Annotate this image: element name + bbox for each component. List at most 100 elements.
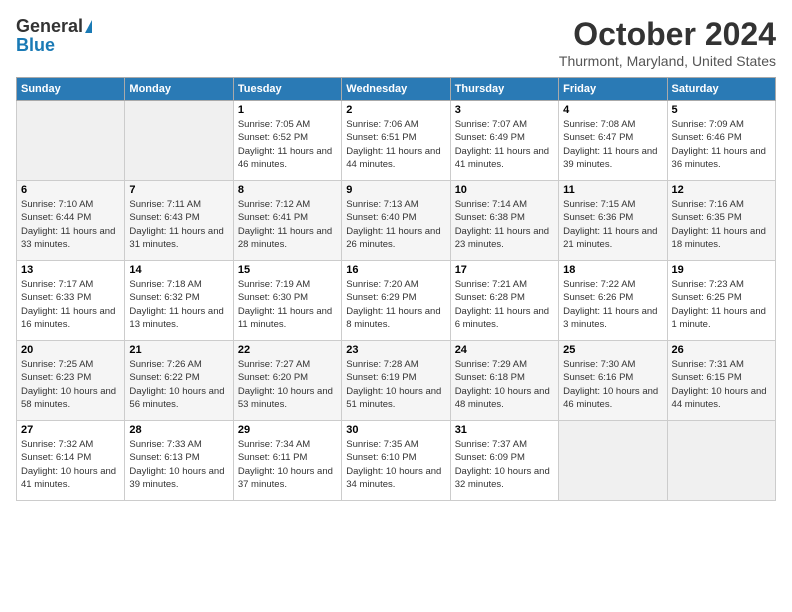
day-info: Sunrise: 7:22 AMSunset: 6:26 PMDaylight:… bbox=[563, 278, 662, 331]
day-number: 9 bbox=[346, 184, 445, 196]
day-number: 14 bbox=[129, 264, 228, 276]
calendar-cell: 19 Sunrise: 7:23 AMSunset: 6:25 PMDayligh… bbox=[667, 261, 775, 341]
calendar-cell: 2Sunrise: 7:06 AMSunset: 6:51 PMDaylight… bbox=[342, 101, 450, 181]
day-number: 24 bbox=[455, 344, 554, 356]
day-info: Sunrise: 7:23 AMSunset: 6:25 PMDaylight:… bbox=[672, 278, 771, 331]
calendar-table: SundayMondayTuesdayWednesdayThursdayFrid… bbox=[16, 77, 776, 501]
day-info: Sunrise: 7:19 AMSunset: 6:30 PMDaylight:… bbox=[238, 278, 337, 331]
day-info: Sunrise: 7:34 AMSunset: 6:11 PMDaylight:… bbox=[238, 438, 337, 491]
day-header-thursday: Thursday bbox=[450, 78, 558, 101]
day-info: Sunrise: 7:25 AMSunset: 6:23 PMDaylight:… bbox=[21, 358, 120, 411]
calendar-cell: 27Sunrise: 7:32 AMSunset: 6:14 PMDayligh… bbox=[17, 421, 125, 501]
day-info: Sunrise: 7:10 AMSunset: 6:44 PMDaylight:… bbox=[21, 198, 120, 251]
calendar-cell: 15 Sunrise: 7:19 AMSunset: 6:30 PMDayligh… bbox=[233, 261, 341, 341]
day-number: 4 bbox=[563, 104, 662, 116]
calendar-cell: 6 Sunrise: 7:10 AMSunset: 6:44 PMDaylight… bbox=[17, 181, 125, 261]
day-number: 15 bbox=[238, 264, 337, 276]
calendar-cell: 11 Sunrise: 7:15 AMSunset: 6:36 PMDayligh… bbox=[559, 181, 667, 261]
day-info: Sunrise: 7:30 AMSunset: 6:16 PMDaylight:… bbox=[563, 358, 662, 411]
day-number: 31 bbox=[455, 424, 554, 436]
day-number: 30 bbox=[346, 424, 445, 436]
location: Thurmont, Maryland, United States bbox=[559, 53, 776, 69]
calendar-cell: 3 Sunrise: 7:07 AMSunset: 6:49 PMDaylight… bbox=[450, 101, 558, 181]
day-number: 26 bbox=[672, 344, 771, 356]
calendar-cell bbox=[125, 101, 233, 181]
day-info: Sunrise: 7:37 AMSunset: 6:09 PMDaylight:… bbox=[455, 438, 554, 491]
day-header-friday: Friday bbox=[559, 78, 667, 101]
day-info: Sunrise: 7:13 AMSunset: 6:40 PMDaylight:… bbox=[346, 198, 445, 251]
calendar-cell: 7 Sunrise: 7:11 AMSunset: 6:43 PMDaylight… bbox=[125, 181, 233, 261]
day-info: Sunrise: 7:33 AMSunset: 6:13 PMDaylight:… bbox=[129, 438, 228, 491]
title-section: October 2024 Thurmont, Maryland, United … bbox=[559, 16, 776, 69]
day-info: Sunrise: 7:31 AMSunset: 6:15 PMDaylight:… bbox=[672, 358, 771, 411]
day-header-tuesday: Tuesday bbox=[233, 78, 341, 101]
day-number: 7 bbox=[129, 184, 228, 196]
day-number: 17 bbox=[455, 264, 554, 276]
day-info: Sunrise: 7:11 AMSunset: 6:43 PMDaylight:… bbox=[129, 198, 228, 251]
calendar-cell: 4 Sunrise: 7:08 AMSunset: 6:47 PMDaylight… bbox=[559, 101, 667, 181]
day-header-saturday: Saturday bbox=[667, 78, 775, 101]
calendar-cell: 25 Sunrise: 7:30 AMSunset: 6:16 PMDayligh… bbox=[559, 341, 667, 421]
logo: General Blue bbox=[16, 16, 92, 56]
calendar-cell: 17 Sunrise: 7:21 AMSunset: 6:28 PMDayligh… bbox=[450, 261, 558, 341]
day-info: Sunrise: 7:06 AMSunset: 6:51 PMDaylight:… bbox=[346, 118, 445, 171]
calendar-cell: 20 Sunrise: 7:25 AMSunset: 6:23 PMDayligh… bbox=[17, 341, 125, 421]
day-info: Sunrise: 7:26 AMSunset: 6:22 PMDaylight:… bbox=[129, 358, 228, 411]
day-info: Sunrise: 7:07 AMSunset: 6:49 PMDaylight:… bbox=[455, 118, 554, 171]
day-info: Sunrise: 7:09 AMSunset: 6:46 PMDaylight:… bbox=[672, 118, 771, 171]
day-number: 21 bbox=[129, 344, 228, 356]
calendar-cell: 14 Sunrise: 7:18 AMSunset: 6:32 PMDayligh… bbox=[125, 261, 233, 341]
calendar-cell bbox=[667, 421, 775, 501]
day-number: 5 bbox=[672, 104, 771, 116]
day-number: 23 bbox=[346, 344, 445, 356]
day-info: Sunrise: 7:18 AMSunset: 6:32 PMDaylight:… bbox=[129, 278, 228, 331]
calendar-cell: 16Sunrise: 7:20 AMSunset: 6:29 PMDayligh… bbox=[342, 261, 450, 341]
day-number: 29 bbox=[238, 424, 337, 436]
calendar-cell: 29 Sunrise: 7:34 AMSunset: 6:11 PMDayligh… bbox=[233, 421, 341, 501]
calendar-cell bbox=[17, 101, 125, 181]
calendar-cell bbox=[559, 421, 667, 501]
calendar-cell: 28 Sunrise: 7:33 AMSunset: 6:13 PMDayligh… bbox=[125, 421, 233, 501]
day-header-sunday: Sunday bbox=[17, 78, 125, 101]
calendar-cell: 22Sunrise: 7:27 AMSunset: 6:20 PMDayligh… bbox=[233, 341, 341, 421]
day-info: Sunrise: 7:32 AMSunset: 6:14 PMDaylight:… bbox=[21, 438, 120, 491]
calendar-cell: 30 Sunrise: 7:35 AMSunset: 6:10 PMDayligh… bbox=[342, 421, 450, 501]
day-number: 22 bbox=[238, 344, 337, 356]
calendar-cell: 13 Sunrise: 7:17 AMSunset: 6:33 PMDayligh… bbox=[17, 261, 125, 341]
calendar-cell: 5 Sunrise: 7:09 AMSunset: 6:46 PMDaylight… bbox=[667, 101, 775, 181]
day-number: 10 bbox=[455, 184, 554, 196]
calendar-cell: 8Sunrise: 7:12 AMSunset: 6:41 PMDaylight… bbox=[233, 181, 341, 261]
day-info: Sunrise: 7:15 AMSunset: 6:36 PMDaylight:… bbox=[563, 198, 662, 251]
day-info: Sunrise: 7:08 AMSunset: 6:47 PMDaylight:… bbox=[563, 118, 662, 171]
day-info: Sunrise: 7:28 AMSunset: 6:19 PMDaylight:… bbox=[346, 358, 445, 411]
day-info: Sunrise: 7:21 AMSunset: 6:28 PMDaylight:… bbox=[455, 278, 554, 331]
day-number: 6 bbox=[21, 184, 120, 196]
calendar-cell: 23 Sunrise: 7:28 AMSunset: 6:19 PMDayligh… bbox=[342, 341, 450, 421]
day-number: 8 bbox=[238, 184, 337, 196]
day-number: 11 bbox=[563, 184, 662, 196]
day-number: 16 bbox=[346, 264, 445, 276]
day-number: 20 bbox=[21, 344, 120, 356]
day-header-monday: Monday bbox=[125, 78, 233, 101]
day-number: 13 bbox=[21, 264, 120, 276]
day-number: 19 bbox=[672, 264, 771, 276]
logo-blue-text: Blue bbox=[16, 35, 55, 56]
calendar-cell: 10 Sunrise: 7:14 AMSunset: 6:38 PMDayligh… bbox=[450, 181, 558, 261]
calendar-cell: 1 Sunrise: 7:05 AMSunset: 6:52 PMDaylight… bbox=[233, 101, 341, 181]
calendar-cell: 26 Sunrise: 7:31 AMSunset: 6:15 PMDayligh… bbox=[667, 341, 775, 421]
logo-general-text: General bbox=[16, 16, 83, 37]
page-header: General Blue October 2024 Thurmont, Mary… bbox=[16, 16, 776, 69]
calendar-cell: 31 Sunrise: 7:37 AMSunset: 6:09 PMDayligh… bbox=[450, 421, 558, 501]
calendar-cell: 18Sunrise: 7:22 AMSunset: 6:26 PMDayligh… bbox=[559, 261, 667, 341]
day-number: 28 bbox=[129, 424, 228, 436]
day-number: 1 bbox=[238, 104, 337, 116]
calendar-cell: 21 Sunrise: 7:26 AMSunset: 6:22 PMDayligh… bbox=[125, 341, 233, 421]
day-info: Sunrise: 7:35 AMSunset: 6:10 PMDaylight:… bbox=[346, 438, 445, 491]
day-number: 12 bbox=[672, 184, 771, 196]
day-header-wednesday: Wednesday bbox=[342, 78, 450, 101]
day-info: Sunrise: 7:05 AMSunset: 6:52 PMDaylight:… bbox=[238, 118, 337, 171]
day-info: Sunrise: 7:17 AMSunset: 6:33 PMDaylight:… bbox=[21, 278, 120, 331]
day-number: 25 bbox=[563, 344, 662, 356]
day-info: Sunrise: 7:14 AMSunset: 6:38 PMDaylight:… bbox=[455, 198, 554, 251]
day-number: 3 bbox=[455, 104, 554, 116]
